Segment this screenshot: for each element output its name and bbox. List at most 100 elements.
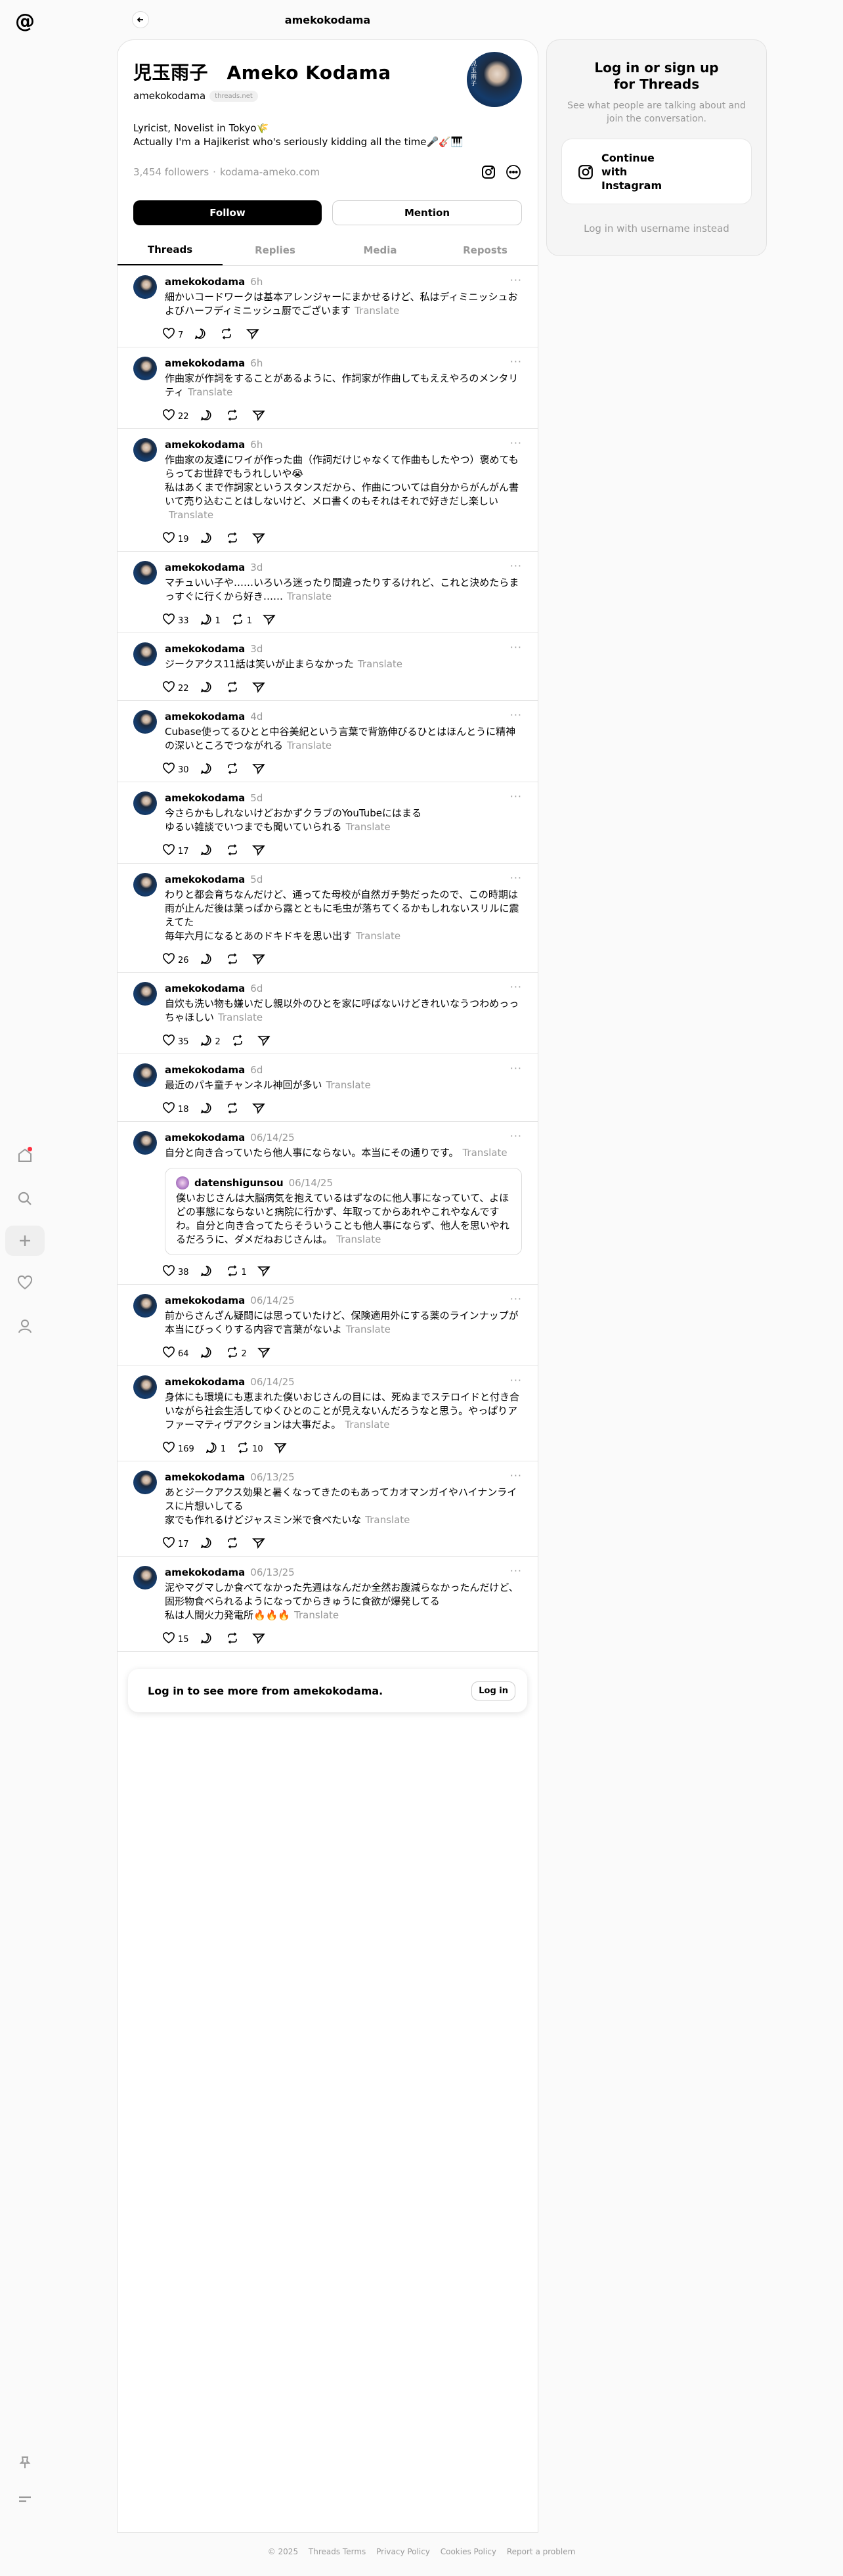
post-avatar[interactable] xyxy=(133,1566,157,1589)
like-button[interactable]: 19 xyxy=(162,531,189,547)
thread-post[interactable]: amekokodama 4d ··· Cubase使ってるひとと中谷美紀という言… xyxy=(118,701,538,782)
post-more-icon[interactable]: ··· xyxy=(510,790,522,803)
share-button[interactable] xyxy=(257,1264,270,1280)
thread-post[interactable]: amekokodama 6h ··· 作曲家の友達にワイが作った曲（作詞だけじゃ… xyxy=(118,429,538,552)
footer-privacy-link[interactable]: Privacy Policy xyxy=(376,2547,430,2556)
post-username[interactable]: amekokodama xyxy=(165,276,245,288)
post-timestamp[interactable]: 4d xyxy=(250,711,263,722)
post-timestamp[interactable]: 6d xyxy=(250,1064,263,1076)
post-more-icon[interactable]: ··· xyxy=(510,641,522,654)
repost-button[interactable] xyxy=(226,1536,242,1552)
thread-post[interactable]: amekokodama 06/13/25 ··· あとジークアクス効果と暑くなっ… xyxy=(118,1461,538,1557)
post-avatar[interactable] xyxy=(133,1063,157,1087)
post-avatar[interactable] xyxy=(133,873,157,897)
post-avatar[interactable] xyxy=(133,710,157,734)
translate-link[interactable]: Translate xyxy=(287,740,332,751)
like-button[interactable]: 15 xyxy=(162,1632,189,1647)
reply-button[interactable] xyxy=(200,680,215,696)
share-button[interactable] xyxy=(251,1632,265,1647)
thread-post[interactable]: amekokodama 6h ··· 作曲家が作詞をすることがあるように、作詞家… xyxy=(118,347,538,429)
post-avatar[interactable] xyxy=(133,561,157,585)
like-button[interactable]: 169 xyxy=(162,1441,194,1457)
like-button[interactable]: 64 xyxy=(162,1346,189,1362)
post-more-icon[interactable]: ··· xyxy=(510,981,522,993)
username-login-link[interactable]: Log in with username instead xyxy=(547,223,766,234)
post-more-icon[interactable]: ··· xyxy=(510,274,522,286)
repost-button[interactable] xyxy=(226,1632,242,1647)
share-button[interactable] xyxy=(251,1536,265,1552)
repost-button[interactable]: 1 xyxy=(226,1264,247,1280)
quoted-post[interactable]: datenshigunsou 06/14/25 僕いおじさんは大脳病気を抱えてい… xyxy=(165,1168,522,1255)
share-button[interactable] xyxy=(251,843,265,859)
reply-button[interactable] xyxy=(200,1536,215,1552)
like-button[interactable]: 22 xyxy=(162,680,189,696)
instagram-icon[interactable] xyxy=(480,164,497,181)
thread-post[interactable]: amekokodama 5d ··· わりと都会育ちなんだけど、通ってた母校が自… xyxy=(118,864,538,973)
post-username[interactable]: amekokodama xyxy=(165,1471,245,1483)
reply-button[interactable] xyxy=(200,531,215,547)
profile-avatar[interactable]: 児玉雨子 xyxy=(467,52,522,107)
post-username[interactable]: amekokodama xyxy=(165,1132,245,1144)
reply-button[interactable]: 2 xyxy=(200,1034,221,1050)
share-button[interactable] xyxy=(263,613,276,629)
tab-threads[interactable]: Threads xyxy=(118,234,223,265)
back-arrow-icon[interactable] xyxy=(132,11,149,28)
like-button[interactable]: 33 xyxy=(162,613,189,629)
translate-link[interactable]: Translate xyxy=(287,590,332,602)
heart-icon[interactable] xyxy=(12,1270,37,1295)
plus-icon[interactable] xyxy=(5,1226,45,1256)
search-icon[interactable] xyxy=(12,1186,37,1211)
post-timestamp[interactable]: 06/14/25 xyxy=(250,1295,294,1306)
post-avatar[interactable] xyxy=(133,642,157,666)
post-more-icon[interactable]: ··· xyxy=(510,1062,522,1075)
translate-link[interactable]: Translate xyxy=(462,1147,507,1159)
post-username[interactable]: amekokodama xyxy=(165,643,245,655)
post-avatar[interactable] xyxy=(133,275,157,299)
post-avatar[interactable] xyxy=(133,1131,157,1155)
like-button[interactable]: 17 xyxy=(162,843,189,859)
share-button[interactable] xyxy=(251,531,265,547)
post-more-icon[interactable]: ··· xyxy=(510,1293,522,1305)
thread-post[interactable]: amekokodama 06/14/25 ··· 自分と向き合っていたら他人事に… xyxy=(118,1122,538,1285)
home-icon[interactable] xyxy=(12,1143,37,1168)
post-timestamp[interactable]: 6h xyxy=(250,276,263,288)
repost-button[interactable] xyxy=(226,531,242,547)
threads-net-badge[interactable]: threads.net xyxy=(209,90,258,102)
tab-reposts[interactable]: Reposts xyxy=(433,234,538,265)
post-avatar[interactable] xyxy=(133,1294,157,1318)
translate-link[interactable]: Translate xyxy=(169,509,213,521)
translate-link[interactable]: Translate xyxy=(355,305,399,317)
quoted-username[interactable]: datenshigunsou xyxy=(194,1177,284,1189)
post-timestamp[interactable]: 06/13/25 xyxy=(250,1471,294,1483)
reply-button[interactable] xyxy=(200,1264,215,1280)
thread-post[interactable]: amekokodama 6d ··· 自炊も洗い物も嫌いだし親以外のひとを家に呼… xyxy=(118,973,538,1054)
reply-button[interactable] xyxy=(200,1632,215,1647)
thread-post[interactable]: amekokodama 06/13/25 ··· 泥やマグマしか食べてなかった先… xyxy=(118,1557,538,1652)
mention-button[interactable]: Mention xyxy=(332,200,522,225)
login-button[interactable]: Log in xyxy=(471,1681,515,1700)
tab-media[interactable]: Media xyxy=(328,234,433,265)
thread-post[interactable]: amekokodama 3d ··· ジークアクス11話は笑いが止まらなかった T… xyxy=(118,633,538,701)
footer-report-link[interactable]: Report a problem xyxy=(507,2547,575,2556)
footer-cookies-link[interactable]: Cookies Policy xyxy=(441,2547,496,2556)
post-avatar[interactable] xyxy=(133,357,157,380)
like-button[interactable]: 17 xyxy=(162,1536,189,1552)
post-more-icon[interactable]: ··· xyxy=(510,709,522,721)
threads-logo-icon[interactable]: @ xyxy=(12,8,38,34)
post-username[interactable]: amekokodama xyxy=(165,1376,245,1388)
post-more-icon[interactable]: ··· xyxy=(510,872,522,884)
post-more-icon[interactable]: ··· xyxy=(510,437,522,449)
continue-with-instagram-button[interactable]: Continue with Instagram xyxy=(561,139,752,204)
repost-button[interactable]: 2 xyxy=(226,1346,247,1362)
post-timestamp[interactable]: 6h xyxy=(250,439,263,451)
quoted-avatar[interactable] xyxy=(176,1176,189,1189)
post-timestamp[interactable]: 06/14/25 xyxy=(250,1132,294,1144)
reply-button[interactable] xyxy=(194,327,209,343)
share-button[interactable] xyxy=(251,680,265,696)
thread-post[interactable]: amekokodama 3d ··· マチュいい子や……いろいろ迷ったり間違った… xyxy=(118,552,538,633)
post-username[interactable]: amekokodama xyxy=(165,792,245,804)
repost-button[interactable] xyxy=(226,409,242,424)
thread-post[interactable]: amekokodama 06/14/25 ··· 身体にも環境にも恵まれた僕いお… xyxy=(118,1366,538,1461)
translate-link[interactable]: Translate xyxy=(358,658,402,670)
reply-button[interactable] xyxy=(200,843,215,859)
